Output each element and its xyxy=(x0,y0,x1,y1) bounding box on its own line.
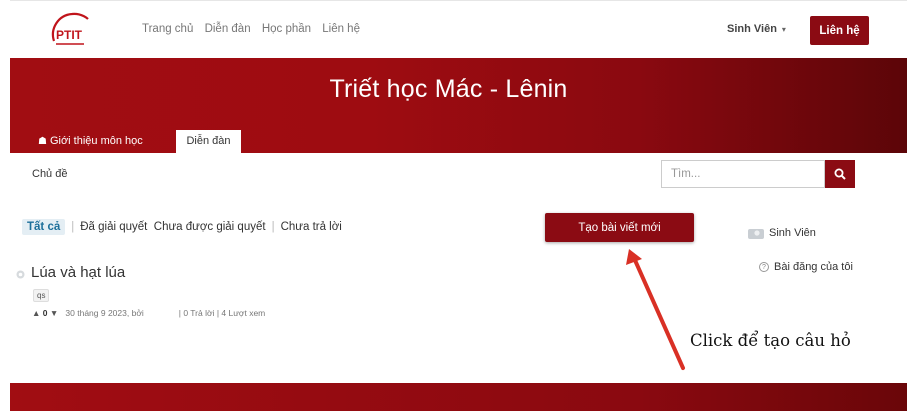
filter-separator: | xyxy=(271,221,275,233)
sidebar-my-posts[interactable]: ? Bài đăng của tôi xyxy=(759,261,853,273)
nav-courses[interactable]: Học phần xyxy=(262,23,311,35)
downvote-icon[interactable]: ▼ xyxy=(50,308,58,318)
search-input[interactable] xyxy=(662,161,824,187)
search-box xyxy=(661,160,825,188)
nav-contact[interactable]: Liên hệ xyxy=(322,23,360,35)
tab-forum[interactable]: Diễn đàn xyxy=(176,130,241,153)
post-filters: Tất cả | Đã giải quyết Chưa được giải quyế… xyxy=(22,219,342,235)
post-title[interactable]: Lúa và hạt lúa xyxy=(31,264,125,281)
nav-home[interactable]: Trang chủ xyxy=(142,23,193,35)
sidebar-my-posts-label: Bài đăng của tôi xyxy=(774,261,853,273)
tab-introduction[interactable]: ☗ Giới thiệu môn học xyxy=(38,130,143,153)
chevron-down-icon: ▾ xyxy=(781,25,786,34)
vote-control: ▲ 0 ▼ xyxy=(32,308,58,318)
search-icon xyxy=(834,168,846,180)
page: PTIT Trang chủ Diễn đàn Học phần Liên hệ… xyxy=(0,0,907,411)
post-date: 30 tháng 9 2023, bởi xyxy=(65,308,144,318)
new-post-button[interactable]: Tạo bài viết mới xyxy=(545,213,694,242)
nav-forum[interactable]: Diễn đàn xyxy=(205,23,251,35)
post-views: 4 Lượt xem xyxy=(221,308,266,318)
home-icon: ☗ xyxy=(38,136,47,147)
post-replies: 0 Trả lời xyxy=(183,308,215,318)
course-banner: Triết học Mác - Lênin ☗ Giới thiệu môn họ… xyxy=(10,58,907,153)
arrow-head-icon xyxy=(626,249,642,265)
tab-introduction-label: Giới thiệu môn học xyxy=(49,135,143,147)
ptit-logo[interactable]: PTIT xyxy=(48,11,92,51)
arrow-line xyxy=(632,256,685,370)
sidebar-user[interactable]: Sinh Viên xyxy=(748,227,816,239)
user-menu-label: Sinh Viên xyxy=(727,23,777,35)
post-status-icon xyxy=(16,270,25,279)
page-title: Triết học Mác - Lênin xyxy=(329,75,568,103)
user-menu[interactable]: Sinh Viên ▾ xyxy=(727,23,786,35)
sidebar-user-label: Sinh Viên xyxy=(769,227,816,239)
question-icon: ? xyxy=(759,262,769,272)
filter-resolved[interactable]: Đã giải quyết xyxy=(80,221,147,233)
logo-text: PTIT xyxy=(56,28,83,42)
main-nav: Trang chủ Diễn đàn Học phần Liên hệ xyxy=(142,23,368,35)
search-button[interactable] xyxy=(825,160,855,188)
vote-count: 0 xyxy=(42,308,48,318)
contact-button[interactable]: Liên hệ xyxy=(810,16,869,45)
top-navbar: PTIT Trang chủ Diễn đàn Học phần Liên hệ… xyxy=(10,0,907,58)
footer xyxy=(10,383,907,411)
filter-unresolved[interactable]: Chưa được giải quyết xyxy=(154,221,266,233)
post-tag[interactable]: qs xyxy=(33,289,50,302)
post-meta: ▲ 0 ▼ 30 tháng 9 2023, bởi | 0 Trả lời | … xyxy=(32,308,266,318)
filter-unanswered[interactable]: Chưa trả lời xyxy=(281,221,342,233)
annotation-text: Click để tạo câu hỏ xyxy=(690,331,851,350)
filter-all[interactable]: Tất cả xyxy=(22,219,66,235)
user-group-icon xyxy=(748,229,764,239)
upvote-icon[interactable]: ▲ xyxy=(32,308,40,318)
filter-separator: | xyxy=(71,221,75,233)
topics-label[interactable]: Chủ đề xyxy=(32,168,67,180)
